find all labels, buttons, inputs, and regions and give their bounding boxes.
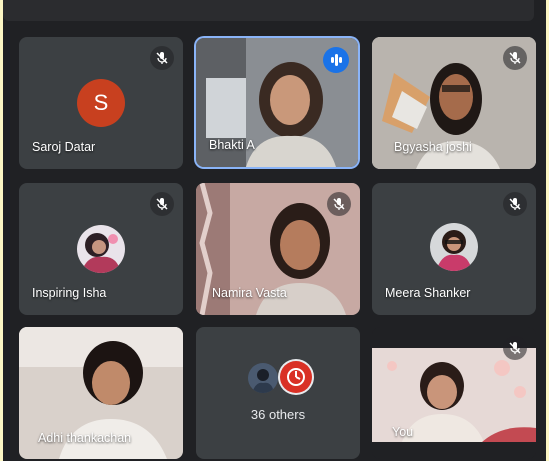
audio-level-icon <box>323 47 349 73</box>
others-count: 36 others <box>250 407 306 422</box>
tile-saroj-datar[interactable]: S Saroj Datar <box>19 37 183 169</box>
tile-you[interactable]: You <box>372 327 536 459</box>
avatar <box>278 359 314 395</box>
participant-name: Meera Shanker <box>385 286 471 300</box>
tile-meera-shanker[interactable]: Meera Shanker <box>372 183 536 315</box>
mic-off-icon <box>503 46 527 70</box>
tile-inspiring-isha[interactable]: Inspiring Isha <box>19 183 183 315</box>
tile-namira-vasta[interactable]: Namira Vasta <box>196 183 360 315</box>
tile-others[interactable]: 36 others <box>196 327 360 459</box>
tile-bgyasha-joshi[interactable]: Bgyasha joshi <box>372 37 536 169</box>
tile-adhi-thankachan[interactable]: Adhi thankachan <box>19 327 183 459</box>
tile-bhakti-a[interactable]: Bhakti A <box>196 38 358 167</box>
participant-name: You <box>392 425 414 439</box>
mic-off-icon <box>150 46 174 70</box>
avatar <box>430 223 478 271</box>
meeting-grid: S Saroj Datar Bhakti A Bgyasha joshi Ins… <box>3 0 546 461</box>
mic-off-icon <box>150 192 174 216</box>
avatar-letter: S <box>93 90 109 115</box>
participant-name: Namira Vasta <box>212 286 287 300</box>
participant-name: Inspiring Isha <box>32 286 107 300</box>
participant-name: Bgyasha joshi <box>394 140 472 154</box>
avatar <box>77 225 125 273</box>
participant-name: Saroj Datar <box>32 140 96 154</box>
participant-name: Adhi thankachan <box>38 431 132 445</box>
mic-off-icon <box>327 192 351 216</box>
top-bar <box>3 0 534 21</box>
participant-name: Bhakti A <box>209 138 255 152</box>
avatar: S <box>77 79 125 127</box>
mic-off-icon <box>503 336 527 360</box>
mic-off-icon <box>503 192 527 216</box>
avatar <box>248 363 278 393</box>
